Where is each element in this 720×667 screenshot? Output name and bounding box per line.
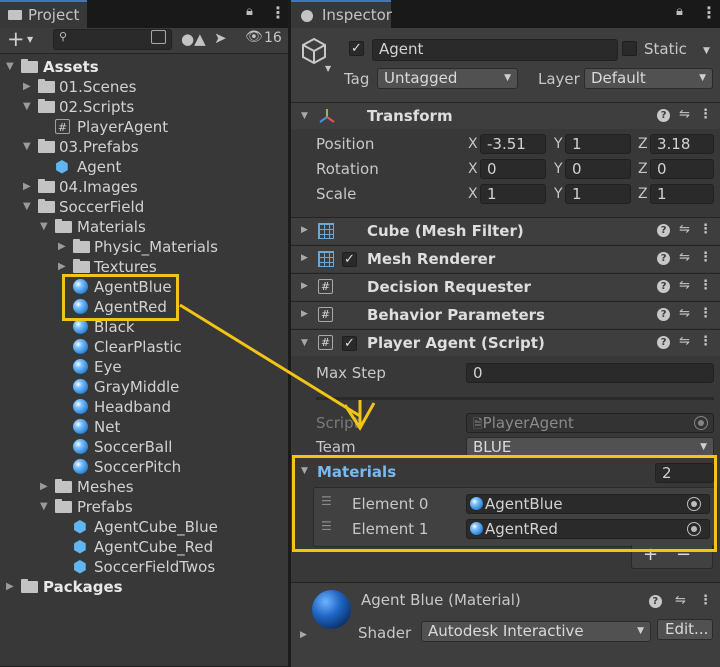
chevron-down-icon: ▼ <box>637 626 644 636</box>
shader-label: Shader <box>358 624 412 642</box>
shader-dropdown-value: Autodesk Interactive <box>428 622 584 640</box>
foldout-arrow-icon[interactable]: ▶ <box>300 630 307 640</box>
edit-shader-label: Edit... <box>665 620 709 638</box>
help-icon[interactable]: ? <box>648 595 662 608</box>
material-sphere-preview <box>312 590 351 629</box>
material-title: Agent Blue (Material) <box>361 591 521 609</box>
annotation-arrow <box>179 303 376 431</box>
shader-dropdown[interactable]: Autodesk Interactive ▼ <box>421 621 651 642</box>
presets-icon[interactable]: ⇋ <box>675 593 686 608</box>
component-header-icons: ? ⇋ ⋮ <box>648 593 712 608</box>
edit-shader-button[interactable]: Edit... <box>657 619 713 640</box>
context-menu-icon[interactable]: ⋮ <box>699 593 712 608</box>
